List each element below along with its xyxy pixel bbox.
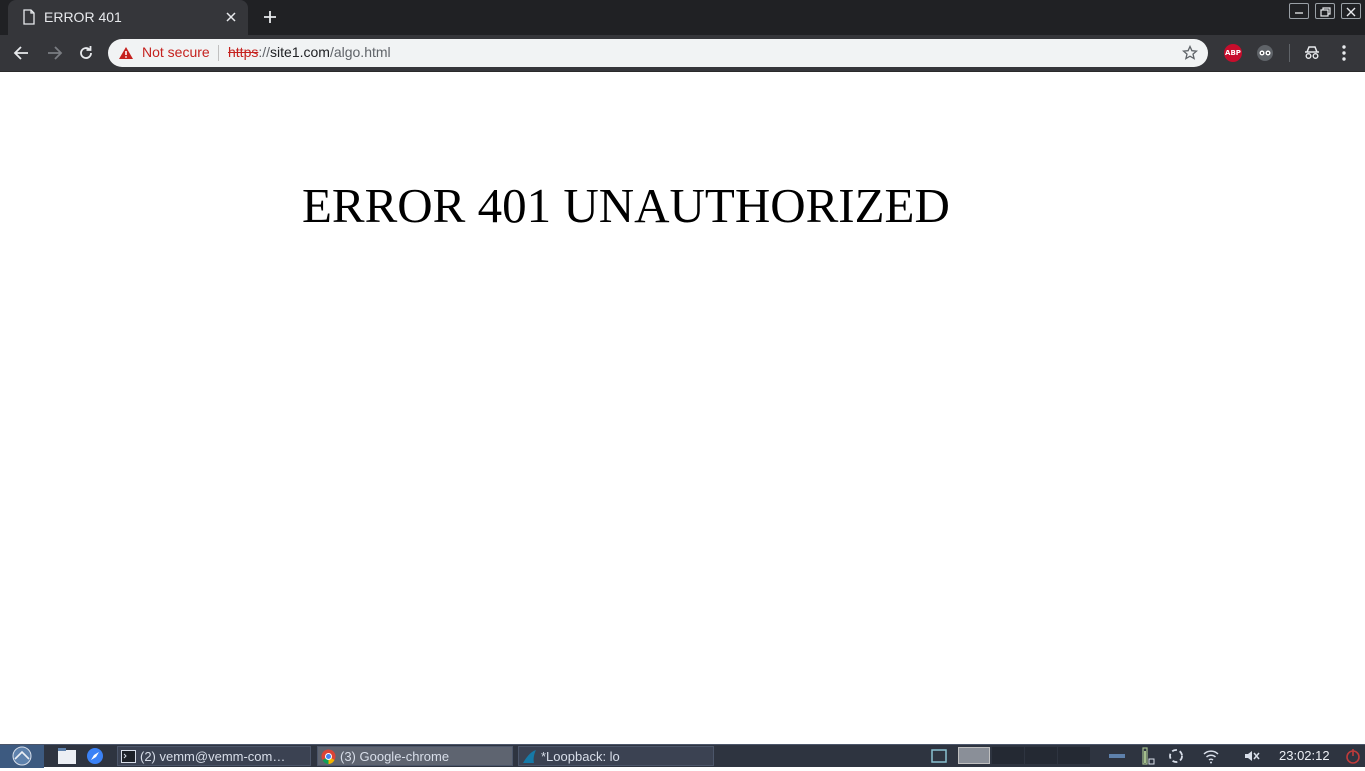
url-scheme: https	[228, 44, 259, 60]
file-manager-icon[interactable]	[57, 747, 77, 765]
restore-window-button[interactable]	[1315, 3, 1335, 19]
restore-icon	[1320, 7, 1331, 17]
task-label: (2) vemm@vemm-com…	[140, 749, 286, 764]
url-path: /algo.html	[329, 44, 391, 60]
not-secure-label[interactable]: Not secure	[142, 44, 210, 60]
clock[interactable]: 23:02:12	[1279, 748, 1330, 763]
tab-title: ERROR 401	[44, 9, 122, 25]
close-window-button[interactable]	[1341, 3, 1361, 19]
update-manager-icon[interactable]	[1167, 747, 1185, 765]
browser-launcher-icon[interactable]	[85, 747, 105, 765]
bookmark-star-icon[interactable]	[1182, 45, 1198, 61]
start-menu-button[interactable]	[0, 745, 44, 768]
task-label: *Loopback: lo	[541, 749, 620, 764]
minimize-window-button[interactable]	[1289, 3, 1309, 19]
close-tab-icon[interactable]	[224, 10, 238, 24]
tab-strip: ERROR 401	[0, 0, 1365, 35]
workspace-2[interactable]	[992, 747, 1024, 764]
taskbar-task-terminal[interactable]: (2) vemm@vemm-com…	[117, 746, 311, 766]
extension-spy-icon[interactable]	[1255, 43, 1275, 63]
minimize-icon	[1295, 12, 1303, 14]
browser-toolbar: Not secure https://site1.com/algo.html	[0, 35, 1365, 72]
terminal-icon	[121, 750, 136, 763]
reload-icon[interactable]	[76, 43, 96, 63]
incognito-icon[interactable]	[1302, 43, 1322, 63]
power-icon[interactable]	[1344, 747, 1362, 765]
taskbar-task-chrome[interactable]: (3) Google-chrome	[317, 746, 513, 766]
new-tab-icon[interactable]	[261, 8, 279, 26]
address-bar[interactable]: Not secure https://site1.com/algo.html	[108, 39, 1208, 67]
back-arrow-icon[interactable]	[12, 43, 32, 63]
close-icon	[1346, 7, 1356, 17]
url-text[interactable]: https://site1.com/algo.html	[228, 44, 391, 60]
taskbar-task-wireshark[interactable]: *Loopback: lo	[518, 746, 714, 766]
task-label: (3) Google-chrome	[340, 749, 450, 764]
document-icon	[23, 9, 35, 25]
url-separator: ://	[258, 44, 271, 60]
wireshark-icon	[523, 750, 536, 763]
toolbar-divider	[1289, 44, 1290, 62]
taskbar: (2) vemm@vemm-com… (3) Google-chrome *Lo…	[0, 744, 1365, 768]
page-content: ERROR 401 UNAUTHORIZED	[0, 72, 1365, 744]
wifi-icon[interactable]	[1202, 747, 1220, 765]
workspace-1[interactable]	[958, 747, 990, 764]
workspace-4[interactable]	[1058, 747, 1090, 764]
workspace-3[interactable]	[1025, 747, 1057, 764]
keyboard-layout-icon[interactable]	[1108, 747, 1126, 765]
chrome-icon	[321, 749, 336, 764]
show-desktop-icon[interactable]	[929, 747, 949, 765]
volume-muted-icon[interactable]	[1243, 747, 1261, 765]
browser-tab[interactable]: ERROR 401	[8, 0, 248, 35]
error-heading: ERROR 401 UNAUTHORIZED	[302, 178, 950, 233]
warning-icon[interactable]	[118, 46, 134, 60]
battery-icon[interactable]	[1138, 747, 1156, 765]
adblock-plus-icon[interactable]: ABP	[1224, 44, 1242, 62]
forward-arrow-icon[interactable]	[44, 43, 64, 63]
url-host: site1.com	[270, 44, 330, 60]
omnibox-divider	[218, 45, 219, 61]
menu-kebab-icon[interactable]	[1334, 43, 1354, 63]
start-menu-icon	[12, 746, 32, 766]
